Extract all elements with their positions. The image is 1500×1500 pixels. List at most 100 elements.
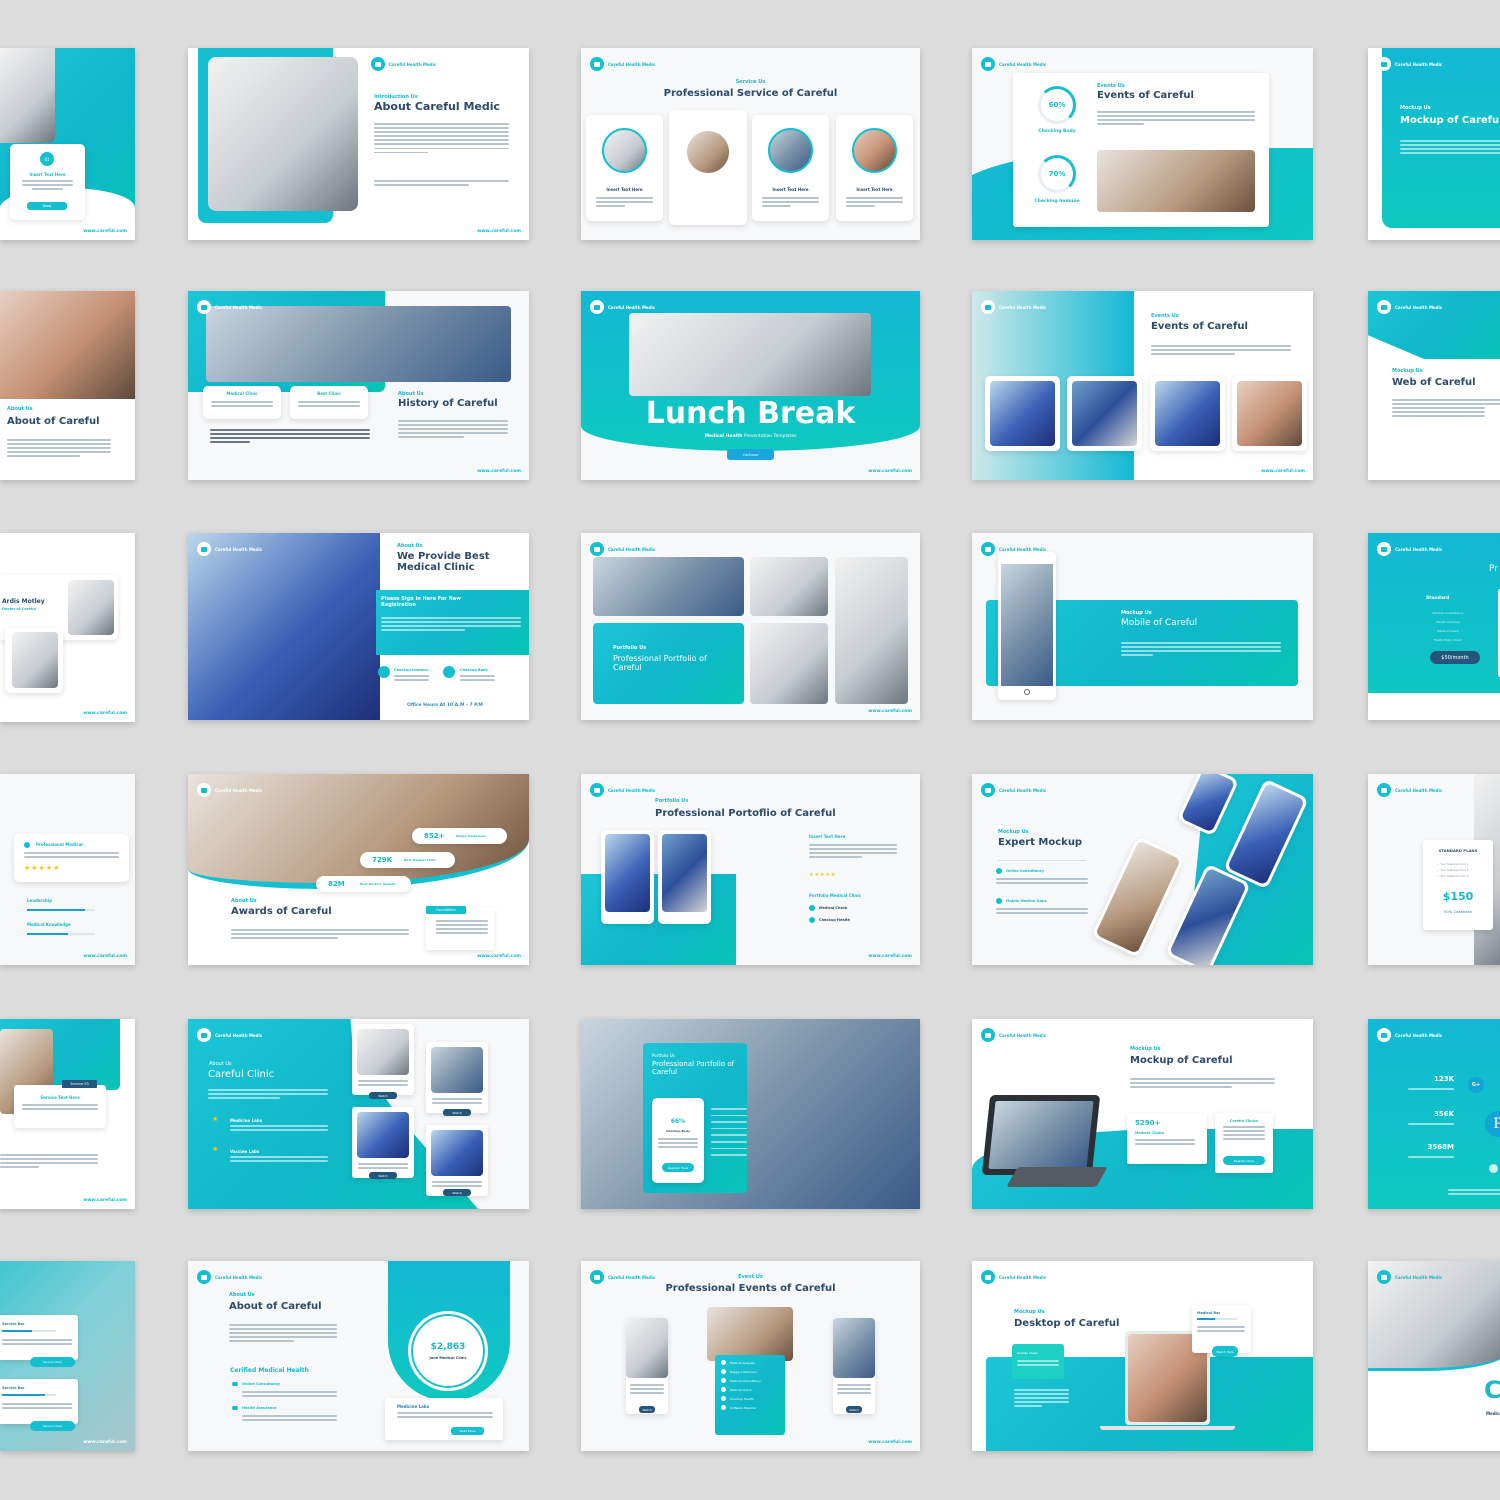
doctor-card[interactable] [426,1125,488,1196]
slide-r4c0[interactable]: Professional Medical ★★★★★ Leadership Me… [0,774,135,965]
website-url[interactable]: www.careful.com [477,954,521,959]
slide-title: Mobile of Careful [1121,618,1198,628]
watch-button[interactable]: Watch [443,1189,471,1196]
slide-r2c4[interactable]: Careful Health Medic Mockup Us Web of Ca… [1368,291,1500,480]
event-photo-card[interactable] [1232,376,1307,451]
event-photo-card[interactable] [985,376,1060,451]
website-url[interactable]: www.careful.com [83,954,127,959]
slide-r3c4[interactable]: Careful Health Medic Pr Standard Medical… [1368,533,1500,720]
dribbble-icon[interactable] [1489,1164,1498,1173]
website-url[interactable]: www.careful.com [868,954,912,959]
website-url[interactable]: www.careful.com [83,711,127,716]
slide-r5c0[interactable]: Service 03 Service Text Here www.careful… [0,1019,135,1209]
logo-icon [590,783,604,797]
register-button[interactable]: Register Here [1223,1156,1265,1165]
event-photo [990,381,1055,446]
logo-text: Careful Health Medic [608,787,656,793]
stat-value: 123K [1433,1075,1454,1083]
logo-icon [981,542,995,556]
service-card[interactable]: Insert Text Here [586,115,663,221]
website-url[interactable]: www.careful.com [477,229,521,234]
read-more-button[interactable]: Read More [451,1427,484,1435]
pharmacist-photo [1097,150,1255,212]
slide-kicker: About Us [398,391,424,397]
doctor-card[interactable] [426,1042,488,1113]
logo-text: Careful Health Medic [999,546,1047,552]
lab-title: Vaccine Labs [230,1149,260,1154]
slide-r5c4[interactable]: Careful Health Medic 123K 356K 3568M G+ … [1368,1019,1500,1209]
service-button[interactable]: Service Here [30,1421,75,1431]
slide-r5c2[interactable]: Portfolio Us Professional Portfolio of C… [581,1019,920,1209]
service-badge[interactable]: Service 03 [62,1080,97,1088]
doctor-name: Ardis Motley [2,598,45,605]
slide-r1c2[interactable]: Careful Health Medic Service Us Professi… [581,48,920,240]
logo-icon [197,783,211,797]
slide-r2c0[interactable]: About Us About of Careful [0,291,135,480]
slide-r4c4[interactable]: Careful Health Medic STANDARD PLANS ✓ Yo… [1368,774,1500,965]
portfolio-card[interactable] [658,830,711,924]
logo-icon [1377,300,1391,314]
slide-r1c3[interactable]: Careful Health Medic 60% Checking Body 7… [972,48,1313,240]
pinterest-icon[interactable]: P [1485,1111,1500,1137]
event-photo-card[interactable] [1150,376,1225,451]
website-url[interactable]: www.careful.com [868,469,912,474]
subtitle: Medical Health Presentation Templates [581,434,920,439]
doctor-card[interactable] [352,1107,414,1178]
slide-r1c1[interactable]: Careful Health Medic Introduction Us Abo… [188,48,529,240]
price-button[interactable]: $50/month [1430,651,1480,664]
slide-r3c1[interactable]: Careful Health Medic About Us We Provide… [188,533,529,720]
logo-icon [1377,1270,1391,1284]
watch-here-button[interactable]: Watch Here [1212,1346,1238,1357]
doctor-card[interactable] [5,628,63,693]
slide-r4c2[interactable]: Careful Health Medic Portfolio Us Profes… [581,774,920,965]
slide-r5c1[interactable]: Careful Health Medic About Us Careful Cl… [188,1019,529,1209]
watch-button[interactable]: Watch [846,1406,862,1413]
slide-r2c1[interactable]: Careful Health Medic Medical Clinic Best… [188,291,529,480]
continue-button[interactable]: Continue [727,449,774,460]
website-url[interactable]: www.careful.com [477,469,521,474]
slide-r6c2[interactable]: Careful Health Medic Event Us Profession… [581,1261,920,1451]
slide-r2c3[interactable]: Careful Health Medic Events Us Events of… [972,291,1313,480]
website-url[interactable]: www.careful.com [83,1198,127,1203]
event-photo-card[interactable] [1067,376,1142,451]
website-url[interactable]: www.careful.com [868,709,912,714]
watch-button[interactable]: Watch [443,1109,471,1116]
website-url[interactable]: www.careful.com [1261,469,1305,474]
event-list-item: Happy Customers [721,1369,779,1374]
slide-r4c1[interactable]: Careful Health Medic 852+ Happy Customers… [188,774,529,965]
website-url[interactable]: www.careful.com [868,1440,912,1445]
pricing-card[interactable]: STANDARD PLANS ✓ Your features here 1 ✓ … [1423,840,1493,930]
register-button[interactable]: Register Here [662,1163,694,1172]
website-url[interactable]: www.careful.com [83,229,127,234]
service-card-active[interactable]: Insert Text Here [669,110,747,225]
watch-button[interactable]: Watch [639,1406,655,1413]
slide-r6c0[interactable]: Service Bar Service Here Service Bar Ser… [0,1261,135,1451]
foundation-badge[interactable]: Foundation [426,906,466,914]
watch-button[interactable]: Watch [369,1092,397,1099]
google-plus-icon[interactable]: G+ [1468,1077,1484,1093]
website-url[interactable]: www.careful.com [83,1440,127,1445]
checkup-label: Checkup Immune [394,668,429,672]
slide-r5c3[interactable]: Careful Health Medic Mockup Us Mockup of… [972,1019,1313,1209]
service-button[interactable]: Service Here [30,1357,75,1367]
slide-r1c4[interactable]: Careful Health Medic Mockup Us Mockup of… [1368,48,1500,240]
service-card[interactable]: Insert Text Here [836,115,913,221]
read-button[interactable]: Read [27,202,67,210]
slide-r3c0[interactable]: Ardis Motley Doctor at Careful www.caref… [0,533,135,722]
slide-r3c2[interactable]: Careful Health Medic Portfolio Us Profes… [581,533,920,720]
slide-r6c3[interactable]: Careful Health Medic Mockup Us Desktop o… [972,1261,1313,1451]
slide-r1c0[interactable]: 01 Insert Text Here Read www.careful.com [0,48,135,240]
slide-r2c2[interactable]: Careful Health Medic Lunch Break Medical… [581,291,920,480]
slide-r4c3[interactable]: Careful Health Medic Mockup Us Expert Mo… [972,774,1313,965]
slide-r6c1[interactable]: Careful Health Medic About Us About of C… [188,1261,529,1451]
progress-bar [2,1394,56,1396]
registration-panel[interactable]: Please Sign In Here For New Registration [376,590,529,655]
slide-r3c3[interactable]: Careful Health Medic Mockup Us Mobile of… [972,533,1313,720]
stat-pill: 729K Best Medical Clinic [360,852,455,868]
slide-r6c4[interactable]: Careful Health Medic C Medical [1368,1261,1500,1451]
portfolio-card[interactable] [601,830,654,924]
doctor-card[interactable] [352,1024,414,1095]
watch-button[interactable]: Watch [369,1172,397,1179]
footer-band [1368,693,1500,720]
service-card[interactable]: Insert Text Here [752,115,829,221]
